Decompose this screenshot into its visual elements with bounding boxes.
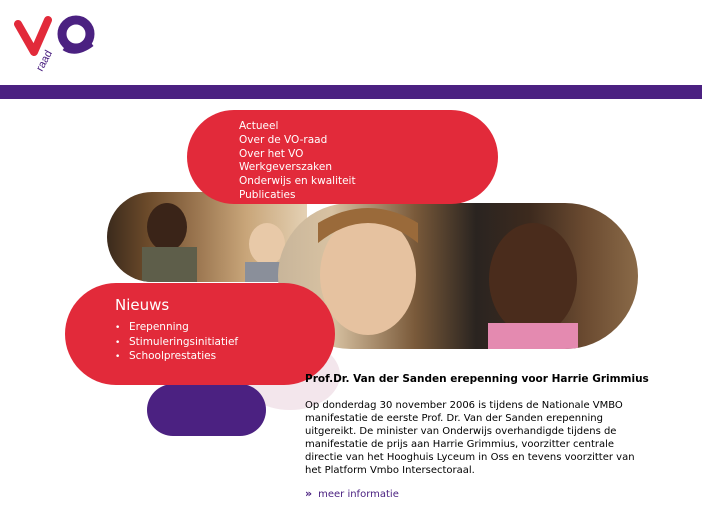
nav-item-actueel[interactable]: Actueel (239, 120, 356, 134)
article-title: Prof.Dr. Van der Sanden erepenning voor … (305, 373, 649, 385)
students-photo-boys (107, 192, 307, 282)
main-navigation: Actueel Over de VO-raad Over het VO Werk… (187, 110, 498, 204)
nav-item-over-de-vo-raad[interactable]: Over de VO-raad (239, 134, 356, 148)
news-panel: Nieuws Erepenning Stimuleringsinitiatief… (65, 283, 335, 385)
nav-list: Actueel Over de VO-raad Over het VO Werk… (239, 120, 356, 203)
double-arrow-icon: » (305, 487, 313, 500)
vo-raad-logo[interactable]: raad (14, 10, 104, 80)
nav-item-werkgeverszaken[interactable]: Werkgeverszaken (239, 161, 356, 175)
article-body: Op donderdag 30 november 2006 is tijdens… (305, 400, 635, 476)
nav-item-onderwijs-en-kwaliteit[interactable]: Onderwijs en kwaliteit (239, 175, 356, 189)
news-item-schoolprestaties[interactable]: Schoolprestaties (115, 350, 238, 365)
news-list: Erepenning Stimuleringsinitiatief School… (115, 321, 238, 365)
news-heading: Nieuws (115, 296, 170, 314)
featured-article: Prof.Dr. Van der Sanden erepenning voor … (305, 373, 650, 477)
nav-item-over-het-vo[interactable]: Over het VO (239, 148, 356, 162)
more-info-label: meer informatie (318, 489, 399, 500)
news-item-stimuleringsinitiatief[interactable]: Stimuleringsinitiatief (115, 336, 238, 351)
decorative-purple-pill (147, 384, 266, 436)
nav-item-publicaties[interactable]: Publicaties (239, 189, 356, 203)
news-item-erepenning[interactable]: Erepenning (115, 321, 238, 336)
header-band (0, 85, 702, 99)
more-info-link[interactable]: » meer informatie (305, 487, 399, 500)
